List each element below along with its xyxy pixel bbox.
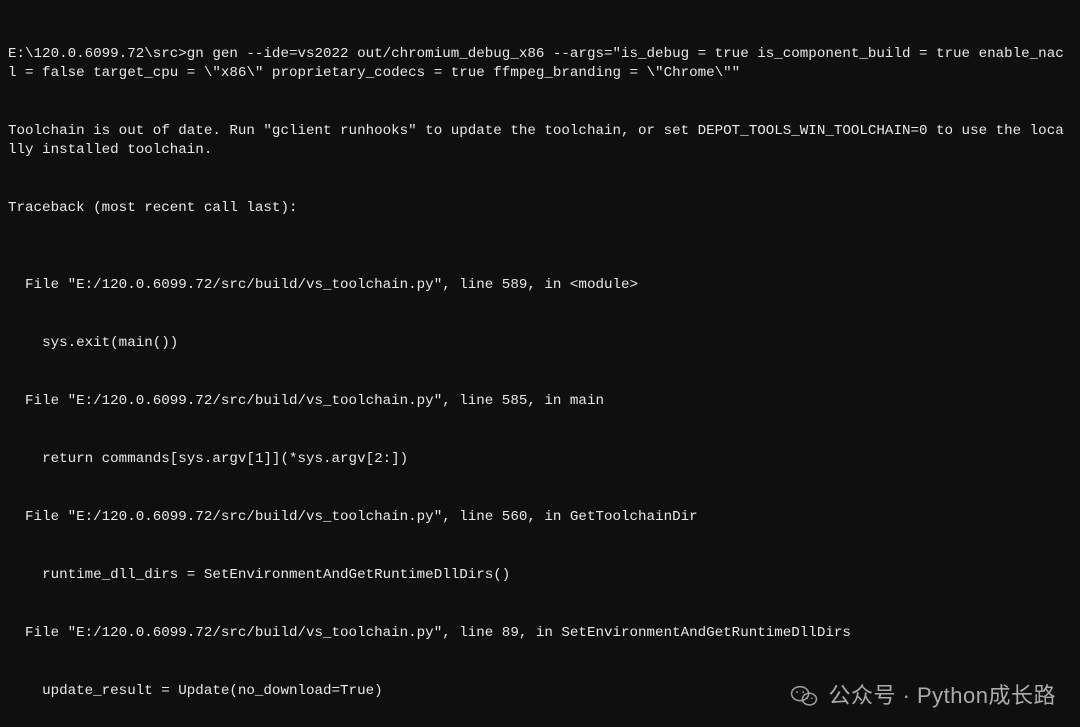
watermark-text: 公众号 · Python成长路	[828, 681, 1056, 711]
traceback-code: runtime_dll_dirs = SetEnvironmentAndGetR…	[8, 566, 1072, 585]
traceback-header: Traceback (most recent call last):	[8, 199, 1072, 218]
watermark: 公众号 · Python成长路	[790, 681, 1056, 711]
toolchain-warning: Toolchain is out of date. Run "gclient r…	[8, 122, 1072, 161]
wechat-icon	[790, 682, 818, 710]
traceback-code: sys.exit(main())	[8, 334, 1072, 353]
command-prompt-line: E:\120.0.6099.72\src>gn gen --ide=vs2022…	[8, 45, 1072, 84]
terminal-output[interactable]: E:\120.0.6099.72\src>gn gen --ide=vs2022…	[0, 0, 1080, 727]
traceback-file: File "E:/120.0.6099.72/src/build/vs_tool…	[8, 508, 1072, 527]
traceback-code: return commands[sys.argv[1]](*sys.argv[2…	[8, 450, 1072, 469]
traceback-file: File "E:/120.0.6099.72/src/build/vs_tool…	[8, 276, 1072, 295]
traceback-file: File "E:/120.0.6099.72/src/build/vs_tool…	[8, 624, 1072, 643]
traceback-file: File "E:/120.0.6099.72/src/build/vs_tool…	[8, 392, 1072, 411]
